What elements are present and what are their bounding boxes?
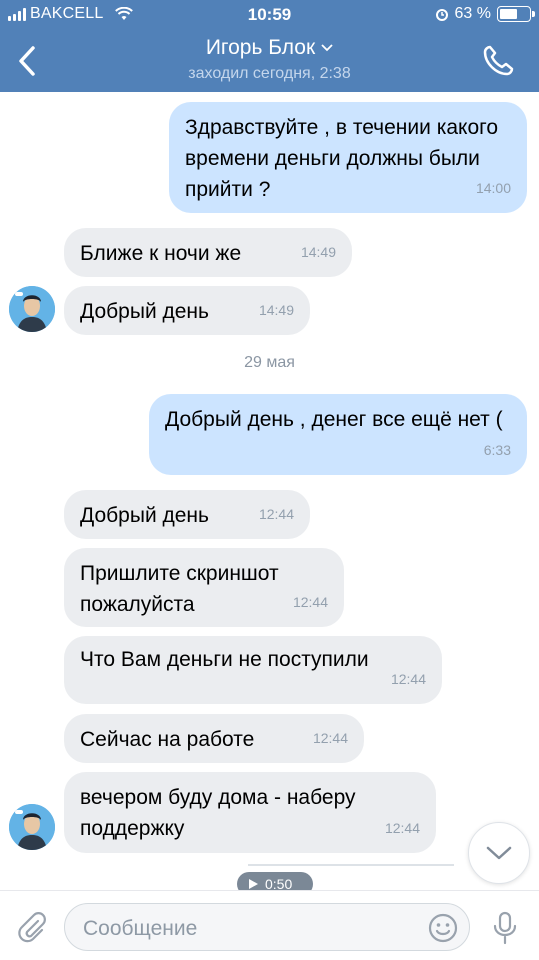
microphone-icon[interactable] <box>492 911 518 945</box>
message-composer: Сообщение <box>0 890 539 960</box>
message-input[interactable]: Сообщение <box>64 903 470 951</box>
message-incoming[interactable]: Ближе к ночи же 14:49 <box>64 228 352 277</box>
message-incoming[interactable]: Что Вам деньги не поступили 12:44 <box>64 636 442 704</box>
smile-icon[interactable] <box>427 912 459 944</box>
battery-percent: 63 % <box>454 5 491 22</box>
chat-title-block[interactable]: Игорь Блок заходил сегодня, 2:38 <box>0 36 539 83</box>
message-time: 14:00 <box>475 180 511 196</box>
chevron-down-icon <box>321 44 333 52</box>
message-text: Что Вам деньги не поступили <box>80 648 369 671</box>
message-incoming[interactable]: Пришлите скриншот пожалуйста 12:44 <box>64 548 344 627</box>
message-time: 12:44 <box>292 594 328 610</box>
message-time: 14:49 <box>300 244 336 260</box>
message-time: 12:44 <box>312 730 348 746</box>
date-divider: 29 мая <box>244 354 295 371</box>
avatar[interactable] <box>9 804 55 850</box>
message-text: вечером буду дома - наберу поддержку <box>80 786 356 840</box>
chevron-down-icon <box>486 846 512 860</box>
play-icon <box>249 879 258 889</box>
phone-icon[interactable] <box>481 44 515 78</box>
message-text: Добрый день <box>80 300 209 323</box>
message-text: Ближе к ночи же <box>80 242 242 265</box>
message-time: 12:44 <box>258 506 294 522</box>
chat-title[interactable]: Игорь Блок <box>206 36 333 60</box>
battery-fill <box>500 9 517 19</box>
message-incoming[interactable]: вечером буду дома - наберу поддержку 12:… <box>64 772 436 853</box>
message-text: Добрый день , денег все ещё нет ( <box>165 408 503 431</box>
audio-message-waveform <box>248 864 454 866</box>
chat-header: BAKCELL 10:59 63 % Игорь Блок заходил се… <box>0 0 539 92</box>
message-time: 12:44 <box>384 820 420 836</box>
avatar-image <box>9 804 55 850</box>
message-time: 14:49 <box>258 302 294 318</box>
avatar-image <box>9 286 55 332</box>
last-seen: заходил сегодня, 2:38 <box>188 65 351 82</box>
message-incoming[interactable]: Добрый день 14:49 <box>64 286 310 335</box>
contact-name: Игорь Блок <box>205 36 316 59</box>
message-incoming[interactable]: Сейчас на работе 12:44 <box>64 714 364 763</box>
battery-icon <box>497 6 535 22</box>
message-input-placeholder: Сообщение <box>83 917 198 940</box>
alarm-icon <box>435 9 448 21</box>
avatar[interactable] <box>9 286 55 332</box>
message-incoming[interactable]: Добрый день 12:44 <box>64 490 310 539</box>
message-outgoing[interactable]: Добрый день , денег все ещё нет ( 6:33 <box>149 394 527 475</box>
message-outgoing[interactable]: Здравствуйте , в течении какого времени … <box>169 102 527 213</box>
message-text: Добрый день <box>80 504 209 527</box>
status-right: 63 % <box>435 5 535 23</box>
status-bar: BAKCELL 10:59 63 % <box>0 0 539 30</box>
paperclip-icon[interactable] <box>16 911 48 943</box>
scroll-to-bottom-button[interactable] <box>468 822 530 884</box>
message-time: 6:33 <box>483 442 511 458</box>
message-text: Сейчас на работе <box>80 728 255 751</box>
message-time: 12:44 <box>390 671 426 687</box>
message-text: Здравствуйте , в течении какого времени … <box>185 116 499 201</box>
